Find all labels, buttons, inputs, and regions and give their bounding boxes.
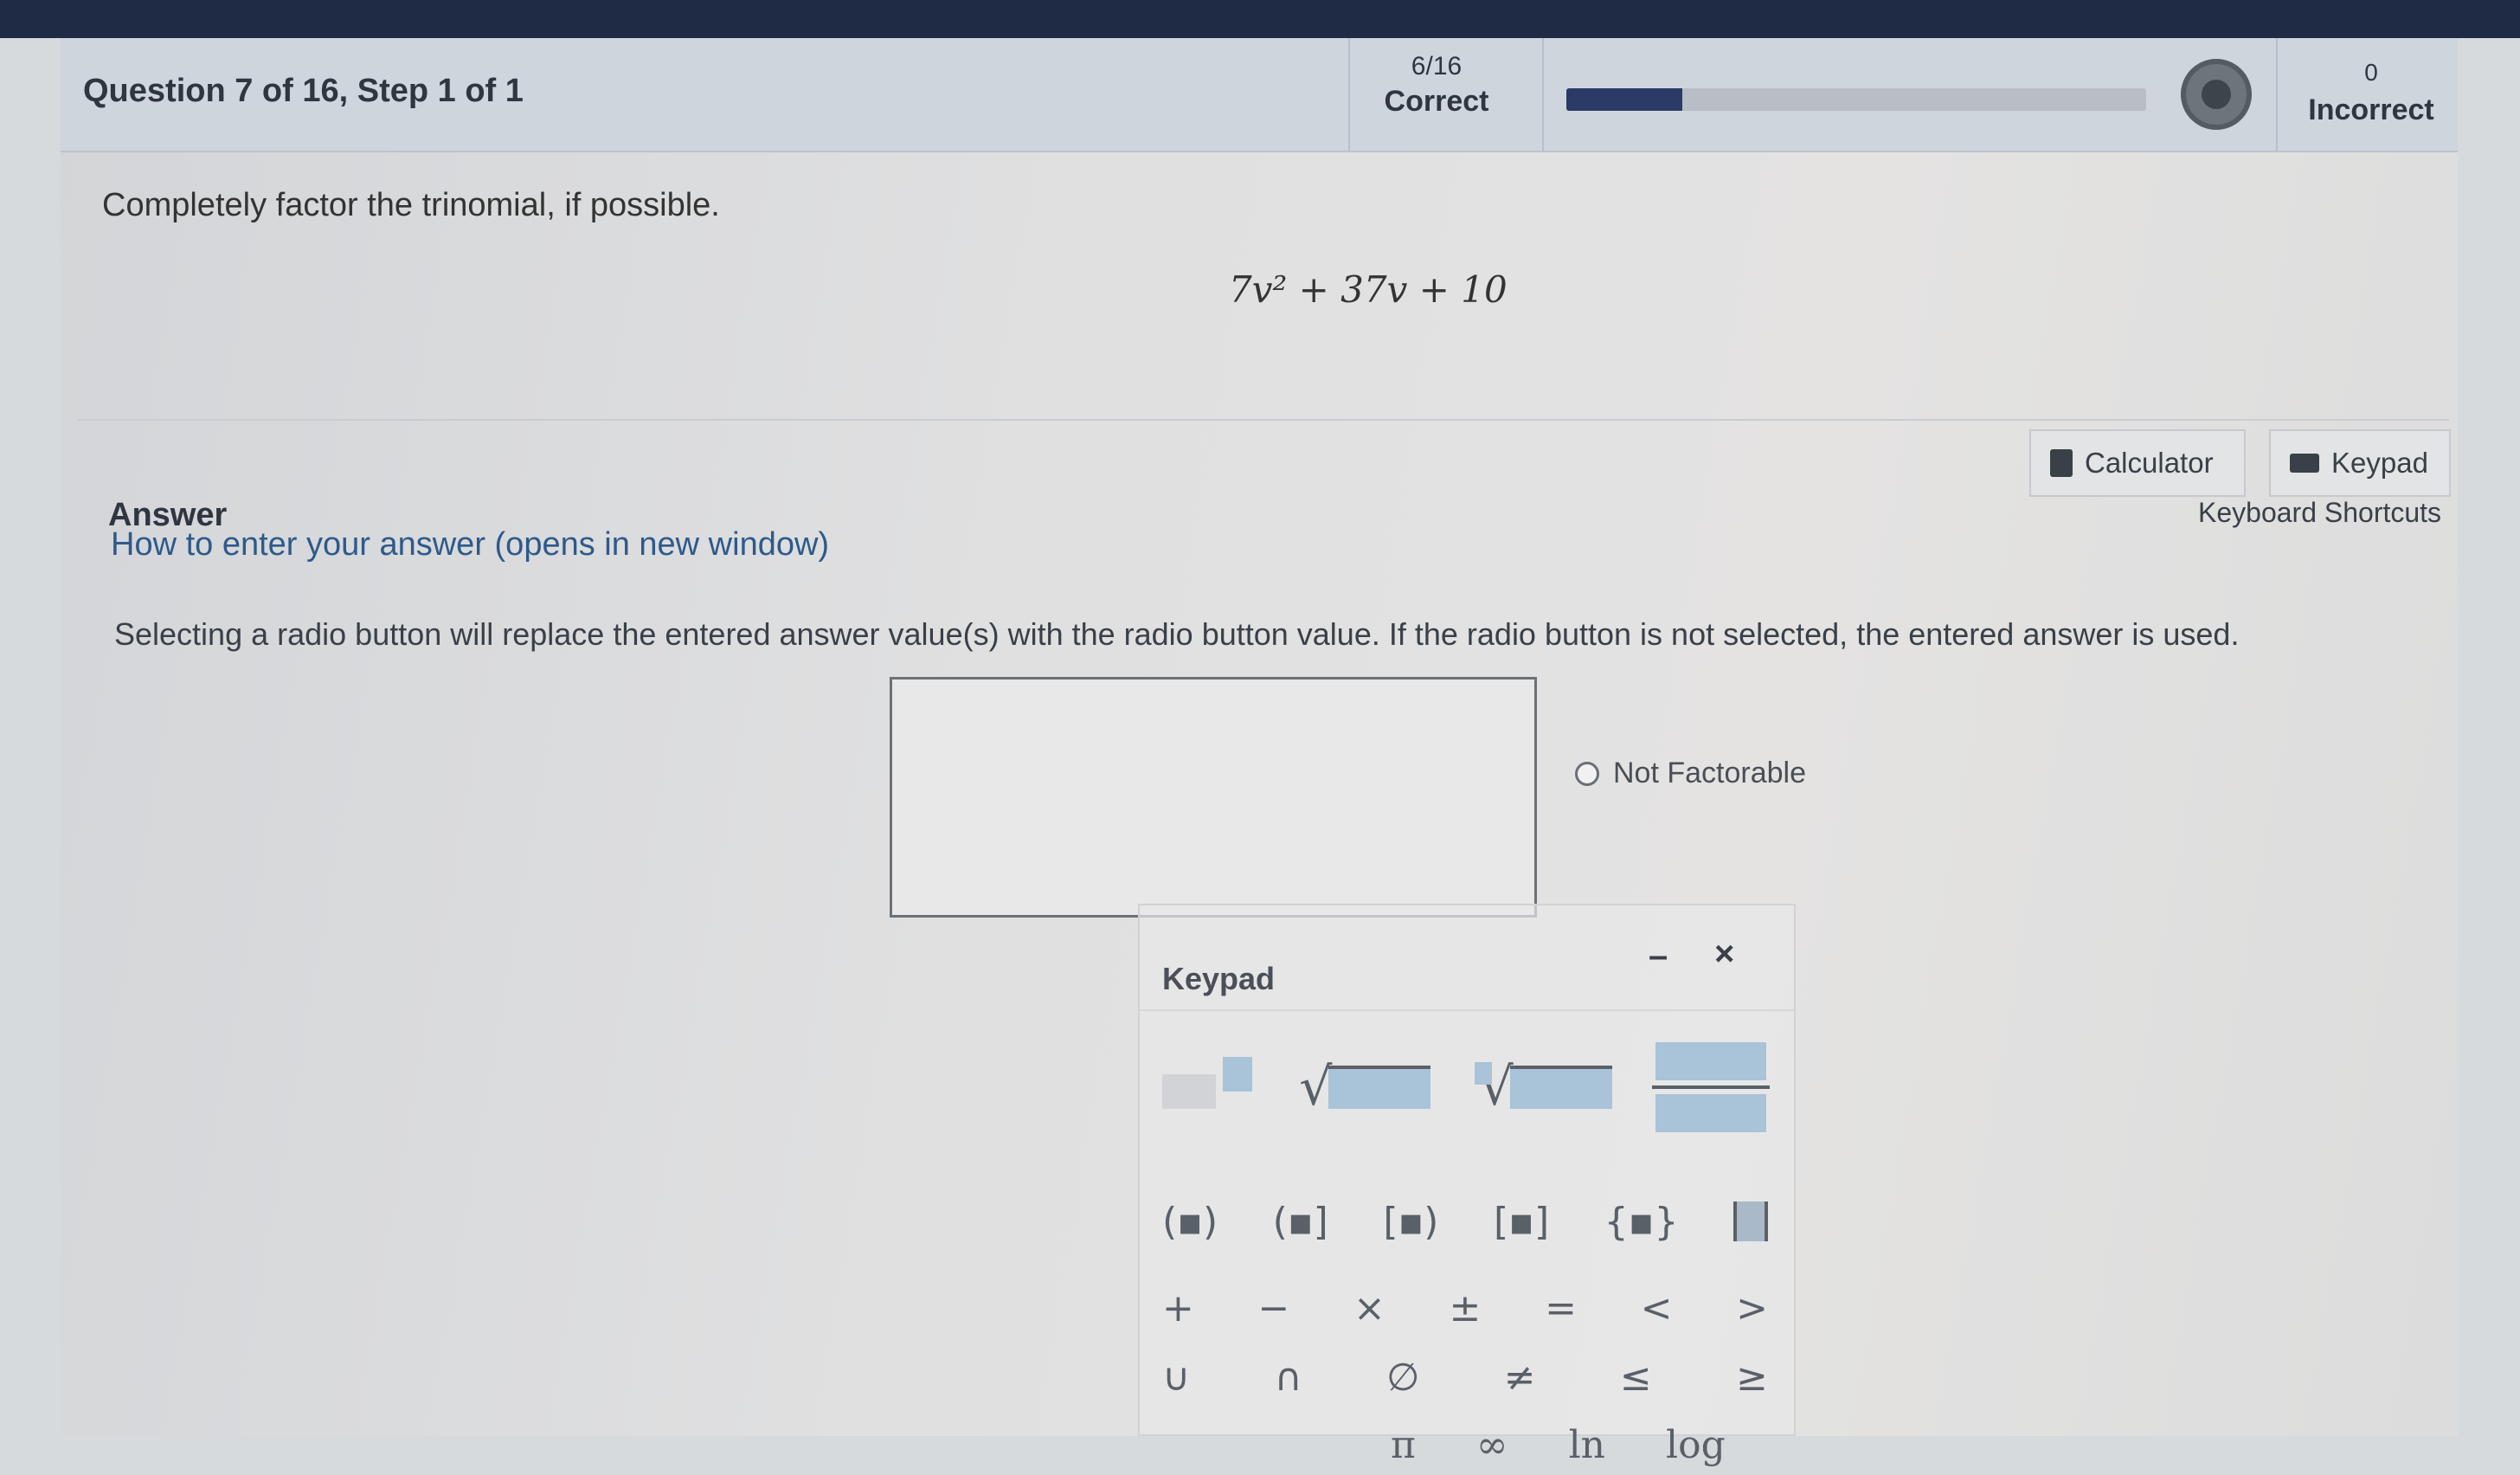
progress-fill xyxy=(1566,88,1682,111)
intersection-key[interactable]: ∩ xyxy=(1275,1347,1302,1407)
plus-minus-key[interactable]: ± xyxy=(1450,1278,1482,1338)
greater-than-key[interactable]: > xyxy=(1736,1278,1768,1338)
superscript-key[interactable] xyxy=(1162,1057,1257,1118)
question-page: Question 7 of 16, Step 1 of 1 6/16 Corre… xyxy=(61,38,2458,1467)
question-header: Question 7 of 16, Step 1 of 1 6/16 Corre… xyxy=(61,38,2458,152)
less-equal-key[interactable]: ≤ xyxy=(1620,1347,1652,1407)
keypad-row-functions: π ∞ ln log xyxy=(1391,1414,1996,1475)
trinomial-expression: 7v² + 37v + 10 xyxy=(1229,268,1508,311)
keypad-row-sets: ∪ ∩ ∅ ≠ ≤ ≥ xyxy=(1162,1347,1768,1407)
keypad-row-templates: √ √ xyxy=(1162,1035,1770,1139)
how-to-enter-answer-link[interactable]: How to enter your answer (opens in new w… xyxy=(111,526,829,564)
calculator-button[interactable]: Calculator xyxy=(2029,429,2246,497)
empty-set-key[interactable]: ∅ xyxy=(1386,1347,1419,1407)
denominator-box xyxy=(1655,1094,1766,1132)
correct-counter: 6/16 Correct xyxy=(1350,52,1523,119)
equals-key[interactable]: = xyxy=(1545,1278,1577,1338)
correct-label: Correct xyxy=(1384,85,1489,118)
closed-open-interval-key[interactable]: [▪) xyxy=(1383,1191,1438,1252)
exponent-box xyxy=(1223,1057,1252,1092)
plus-key[interactable]: + xyxy=(1162,1278,1194,1338)
keyboard-shortcuts-link[interactable]: Keyboard Shortcuts xyxy=(2198,497,2441,529)
header-divider xyxy=(2276,38,2278,151)
infinity-key[interactable]: ∞ xyxy=(1476,1414,1508,1475)
keypad-title: Keypad xyxy=(1162,961,1276,996)
keypad-header: Keypad – × xyxy=(1140,905,1794,1011)
base-box xyxy=(1162,1074,1216,1109)
not-equal-key[interactable]: ≠ xyxy=(1504,1347,1536,1407)
question-title: Question 7 of 16, Step 1 of 1 xyxy=(83,73,524,109)
calculator-icon xyxy=(2050,449,2073,477)
question-prompt: Completely factor the trinomial, if poss… xyxy=(102,187,720,223)
square-root-key[interactable]: √ xyxy=(1291,1057,1438,1118)
browser-top-bar xyxy=(0,0,2520,38)
closed-closed-interval-key[interactable]: [▪] xyxy=(1494,1191,1549,1252)
keypad-panel: Keypad – × √ √ (▪) (▪] [▪) [▪] {▪} + − ×… xyxy=(1138,904,1796,1467)
union-key[interactable]: ∪ xyxy=(1162,1347,1190,1407)
log-key[interactable]: log xyxy=(1666,1414,1726,1475)
radicand-box xyxy=(1509,1066,1612,1109)
minus-key[interactable]: − xyxy=(1258,1278,1290,1338)
close-icon[interactable]: × xyxy=(1714,935,1734,974)
answer-input[interactable] xyxy=(890,677,1537,918)
not-factorable-radio[interactable] xyxy=(1575,761,1599,786)
keyboard-icon xyxy=(2290,454,2319,473)
attempts-icon xyxy=(2181,59,2252,130)
set-braces-key[interactable]: {▪} xyxy=(1604,1191,1679,1252)
correct-count: 6/16 xyxy=(1411,52,1462,81)
absolute-value-key[interactable] xyxy=(1732,1191,1768,1252)
keypad-button[interactable]: Keypad xyxy=(2269,429,2451,497)
keypad-row-brackets: (▪) (▪] [▪) [▪] {▪} xyxy=(1162,1191,1768,1252)
incorrect-counter: 0 Incorrect xyxy=(2293,59,2449,127)
ln-key[interactable]: ln xyxy=(1569,1414,1605,1475)
pi-key[interactable]: π xyxy=(1391,1414,1416,1475)
times-key[interactable]: × xyxy=(1353,1278,1385,1338)
keypad-label: Keypad xyxy=(2331,447,2428,479)
radio-instruction: Selecting a radio button will replace th… xyxy=(114,616,2240,652)
open-open-interval-key[interactable]: (▪) xyxy=(1162,1191,1218,1252)
fraction-bar xyxy=(1651,1085,1770,1089)
header-divider xyxy=(1542,38,1544,151)
root-index-box xyxy=(1474,1062,1492,1085)
open-closed-interval-key[interactable]: (▪] xyxy=(1273,1191,1328,1252)
fraction-key[interactable] xyxy=(1651,1040,1770,1135)
minimize-icon[interactable]: – xyxy=(1649,937,1668,976)
not-factorable-label: Not Factorable xyxy=(1613,757,1806,789)
numerator-box xyxy=(1655,1042,1766,1080)
nth-root-key[interactable]: √ xyxy=(1473,1057,1620,1118)
progress-bar xyxy=(1566,88,2146,111)
incorrect-count: 0 xyxy=(2364,59,2378,86)
less-than-key[interactable]: < xyxy=(1641,1278,1673,1338)
not-factorable-option[interactable]: Not Factorable xyxy=(1575,757,1806,790)
calculator-label: Calculator xyxy=(2085,447,2214,479)
abs-box xyxy=(1732,1201,1768,1241)
section-divider xyxy=(78,419,2449,421)
incorrect-label: Incorrect xyxy=(2308,93,2434,126)
radicand-box xyxy=(1328,1066,1431,1109)
greater-equal-key[interactable]: ≥ xyxy=(1736,1347,1768,1407)
keypad-row-operators: + − × ± = < > xyxy=(1162,1278,1768,1338)
